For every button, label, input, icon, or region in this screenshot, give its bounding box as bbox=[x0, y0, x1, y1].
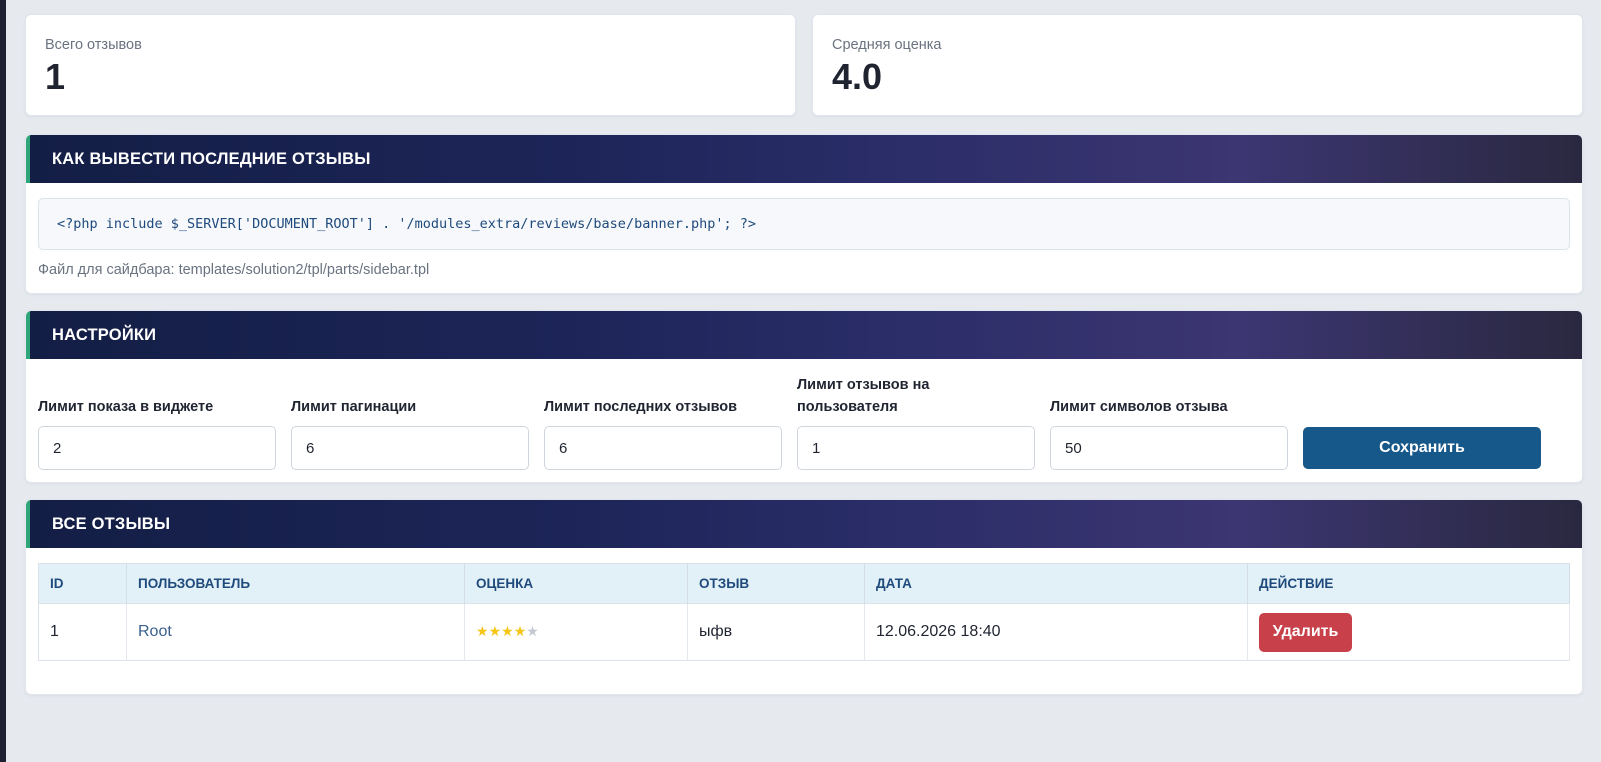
sidebar-file-note: Файл для сайдбара: templates/solution2/t… bbox=[38, 262, 430, 278]
table-row: 1 Root ★★★★★ ыфв 12.06.2026 18:40 Удалит… bbox=[38, 603, 1570, 661]
recent-limit-label: Лимит последних отзывов bbox=[544, 399, 738, 415]
pagination-limit-input[interactable] bbox=[291, 426, 529, 470]
per-user-limit-label: Лимит отзывов на пользователя bbox=[797, 374, 1035, 418]
widget-limit-field: Лимит показа в виджете bbox=[38, 396, 276, 470]
average-rating-card: Средняя оценка 4.0 bbox=[812, 14, 1583, 116]
sidebar-edge bbox=[0, 0, 6, 762]
column-header-id[interactable]: ID bbox=[38, 563, 127, 604]
column-header-date[interactable]: ДАТА bbox=[864, 563, 1248, 604]
column-header-action: ДЕЙСТВИЕ bbox=[1247, 563, 1570, 604]
star-icon: ★ bbox=[513, 623, 527, 639]
review-id: 1 bbox=[38, 603, 127, 661]
delete-button[interactable]: Удалить bbox=[1259, 612, 1352, 652]
reviews-panel-title: ВСЕ ОТЗЫВЫ bbox=[26, 500, 1582, 548]
average-rating-value: 4.0 bbox=[832, 56, 883, 97]
total-reviews-label: Всего отзывов bbox=[45, 37, 142, 53]
recent-limit-field: Лимит последних отзывов bbox=[544, 396, 782, 470]
per-user-limit-field: Лимит отзывов на пользователя bbox=[797, 374, 1035, 470]
table-header-row: ID ПОЛЬЗОВАТЕЛЬ ОЦЕНКА ОТЗЫВ ДАТА ДЕЙСТВ… bbox=[38, 563, 1570, 604]
chars-limit-field: Лимит символов отзыва bbox=[1050, 396, 1288, 470]
column-header-user[interactable]: ПОЛЬЗОВАТЕЛЬ bbox=[126, 563, 465, 604]
settings-panel: НАСТРОЙКИ Лимит показа в виджете Лимит п… bbox=[25, 310, 1583, 483]
chars-limit-label: Лимит символов отзыва bbox=[1050, 399, 1228, 415]
average-rating-label: Средняя оценка bbox=[832, 37, 942, 53]
pagination-limit-label: Лимит пагинации bbox=[291, 399, 417, 415]
stats-row: Всего отзывов 1 Средняя оценка 4.0 bbox=[25, 14, 1583, 116]
pagination-limit-field: Лимит пагинации bbox=[291, 396, 529, 470]
chars-limit-input[interactable] bbox=[1050, 426, 1288, 470]
star-empty-icon: ★ bbox=[526, 623, 539, 639]
embed-panel-title: КАК ВЫВЕСТИ ПОСЛЕДНИЕ ОТЗЫВЫ bbox=[26, 135, 1582, 183]
save-button[interactable]: Сохранить bbox=[1303, 427, 1541, 469]
total-reviews-value: 1 bbox=[45, 56, 66, 97]
review-rating-stars: ★★★★★ bbox=[476, 623, 539, 639]
settings-form: Лимит показа в виджете Лимит пагинации Л… bbox=[26, 359, 1582, 482]
widget-limit-input[interactable] bbox=[38, 426, 276, 470]
review-text: ыфв bbox=[687, 603, 865, 661]
widget-limit-label: Лимит показа в виджете bbox=[38, 399, 214, 415]
recent-limit-input[interactable] bbox=[544, 426, 782, 470]
settings-panel-title: НАСТРОЙКИ bbox=[26, 311, 1582, 359]
total-reviews-card: Всего отзывов 1 bbox=[25, 14, 796, 116]
reviews-table: ID ПОЛЬЗОВАТЕЛЬ ОЦЕНКА ОТЗЫВ ДАТА ДЕЙСТВ… bbox=[38, 563, 1570, 661]
star-icon: ★ bbox=[488, 623, 502, 639]
per-user-limit-label-line1: Лимит отзывов на bbox=[797, 377, 930, 393]
per-user-limit-label-line2: пользователя bbox=[797, 399, 898, 415]
column-header-rating[interactable]: ОЦЕНКА bbox=[464, 563, 688, 604]
review-user-link[interactable]: Root bbox=[138, 623, 172, 640]
review-date: 12.06.2026 18:40 bbox=[864, 603, 1248, 661]
embed-code-snippet[interactable]: <?php include $_SERVER['DOCUMENT_ROOT'] … bbox=[38, 198, 1570, 250]
column-header-review[interactable]: ОТЗЫВ bbox=[687, 563, 865, 604]
per-user-limit-input[interactable] bbox=[797, 426, 1035, 470]
embed-instructions-panel: КАК ВЫВЕСТИ ПОСЛЕДНИЕ ОТЗЫВЫ <?php inclu… bbox=[25, 134, 1583, 294]
main-content: Всего отзывов 1 Средняя оценка 4.0 КАК В… bbox=[25, 14, 1583, 695]
star-icon: ★ bbox=[476, 623, 489, 639]
star-icon: ★ bbox=[501, 623, 514, 639]
all-reviews-panel: ВСЕ ОТЗЫВЫ ID ПОЛЬЗОВАТЕЛЬ ОЦЕНКА ОТЗЫВ … bbox=[25, 499, 1583, 695]
